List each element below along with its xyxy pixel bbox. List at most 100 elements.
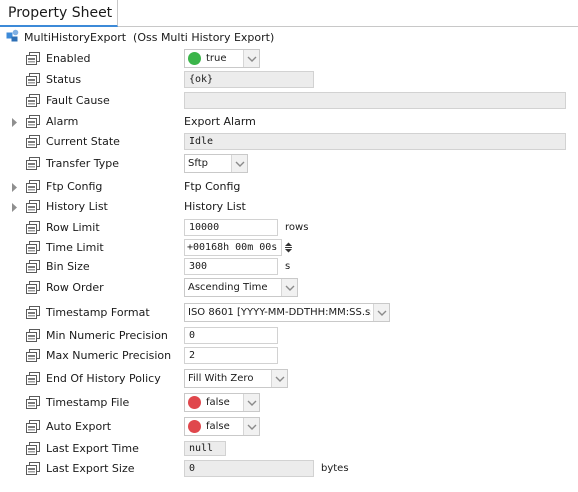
row-current-state: Current State Idle <box>0 133 578 151</box>
label-end-of-history-policy: End Of History Policy <box>46 372 161 385</box>
fault-cause-value <box>184 92 566 109</box>
row-row-limit: Row Limit 10000 rows <box>0 219 578 237</box>
history-list-value: History List <box>184 200 246 213</box>
label-bin-size: Bin Size <box>46 260 90 273</box>
slot-icon <box>26 200 40 213</box>
transfer-type-select[interactable]: Sftp <box>184 154 248 173</box>
chevron-down-icon <box>373 304 389 321</box>
tab-label: Property Sheet <box>8 5 113 21</box>
row-bin-size: Bin Size 300 s <box>0 258 578 276</box>
slot-icon <box>26 52 40 65</box>
label-time-limit: Time Limit <box>46 241 104 254</box>
last-export-time-value: null <box>184 441 226 456</box>
row-fault-cause: Fault Cause <box>0 92 578 110</box>
label-alarm: Alarm <box>46 115 79 128</box>
row-max-numeric-precision: Max Numeric Precision 2 <box>0 347 578 365</box>
chevron-down-icon <box>243 394 259 411</box>
status-value: {ok} <box>184 71 314 88</box>
slot-icon <box>26 420 40 433</box>
slot-icon <box>26 221 40 234</box>
triangle-right-icon[interactable] <box>10 202 18 212</box>
alarm-value: Export Alarm <box>184 115 256 128</box>
last-export-size-value: 0 <box>184 460 314 477</box>
row-limit-input[interactable]: 10000 <box>184 219 278 236</box>
row-end-of-history-policy: End Of History Policy Fill With Zero <box>0 369 578 389</box>
row-alarm: Alarm Export Alarm <box>0 114 578 130</box>
triangle-right-icon[interactable] <box>10 117 18 127</box>
slot-icon <box>26 372 40 385</box>
row-time-limit: Time Limit +00168h 00m 00s <box>0 239 578 257</box>
chevron-down-icon <box>281 279 297 296</box>
timestamp-format-select[interactable]: ISO 8601 [YYYY-MM-DDTHH:MM:SS.ss] <box>184 303 390 322</box>
slot-icon <box>26 442 40 455</box>
max-numeric-precision-input[interactable]: 2 <box>184 347 278 364</box>
label-status: Status <box>46 73 82 86</box>
label-row-limit: Row Limit <box>46 221 100 234</box>
slot-icon <box>26 306 40 319</box>
slot-icon <box>26 260 40 273</box>
enabled-select[interactable]: true <box>184 49 260 68</box>
row-ftp-config: Ftp Config Ftp Config <box>0 179 578 195</box>
label-ftp-config: Ftp Config <box>46 180 103 193</box>
label-auto-export: Auto Export <box>46 420 112 433</box>
row-enabled: Enabled true <box>0 49 578 69</box>
last-export-size-unit: bytes <box>321 463 349 474</box>
slot-icon <box>26 73 40 86</box>
chevron-down-icon <box>243 50 259 67</box>
slot-icon <box>26 281 40 294</box>
time-limit-input[interactable]: +00168h 00m 00s <box>184 239 282 256</box>
row-limit-unit: rows <box>285 222 309 233</box>
slot-icon <box>26 241 40 254</box>
row-auto-export: Auto Export false <box>0 417 578 437</box>
slot-icon <box>26 94 40 107</box>
slot-icon <box>26 180 40 193</box>
label-min-numeric-precision: Min Numeric Precision <box>46 329 168 342</box>
spinner-icon[interactable] <box>284 241 293 254</box>
slot-icon <box>26 396 40 409</box>
false-status-dot <box>188 420 201 433</box>
tab-property-sheet[interactable]: Property Sheet <box>0 0 118 27</box>
slot-icon <box>26 462 40 475</box>
row-order-select[interactable]: Ascending Time <box>184 278 298 297</box>
chevron-down-icon <box>243 418 259 435</box>
label-enabled: Enabled <box>46 52 91 65</box>
row-timestamp-file: Timestamp File false <box>0 393 578 413</box>
label-last-export-size: Last Export Size <box>46 462 135 475</box>
timestamp-file-select[interactable]: false <box>184 393 260 412</box>
chevron-down-icon <box>271 370 287 387</box>
slot-icon <box>26 329 40 342</box>
property-sheet: MultiHistoryExport (Oss Multi History Ex… <box>0 27 578 492</box>
current-state-value: Idle <box>184 133 566 150</box>
label-last-export-time: Last Export Time <box>46 442 139 455</box>
slot-icon <box>26 135 40 148</box>
bin-size-input[interactable]: 300 <box>184 258 278 275</box>
row-last-export-size: Last Export Size 0 bytes <box>0 460 578 478</box>
label-timestamp-format: Timestamp Format <box>46 306 150 319</box>
tab-bar: Property Sheet <box>0 0 578 27</box>
label-transfer-type: Transfer Type <box>46 157 119 170</box>
label-max-numeric-precision: Max Numeric Precision <box>46 349 172 362</box>
row-last-export-time: Last Export Time null <box>0 441 578 457</box>
triangle-right-icon[interactable] <box>10 182 18 192</box>
auto-export-select[interactable]: false <box>184 417 260 436</box>
row-history-list: History List History List <box>0 199 578 215</box>
ftp-config-value: Ftp Config <box>184 180 241 193</box>
min-numeric-precision-input[interactable]: 0 <box>184 327 278 344</box>
label-current-state: Current State <box>46 135 120 148</box>
row-row-order: Row Order Ascending Time <box>0 278 578 298</box>
slot-icon <box>26 115 40 128</box>
label-fault-cause: Fault Cause <box>46 94 110 107</box>
slot-icon <box>26 349 40 362</box>
label-row-order: Row Order <box>46 281 104 294</box>
end-of-history-policy-select[interactable]: Fill With Zero <box>184 369 288 388</box>
row-transfer-type: Transfer Type Sftp <box>0 154 578 174</box>
row-min-numeric-precision: Min Numeric Precision 0 <box>0 327 578 345</box>
true-status-dot <box>188 52 201 65</box>
label-timestamp-file: Timestamp File <box>46 396 130 409</box>
row-status: Status {ok} <box>0 71 578 89</box>
false-status-dot <box>188 396 201 409</box>
component-name: MultiHistoryExport (Oss Multi History Ex… <box>24 30 275 44</box>
chevron-down-icon <box>231 155 247 172</box>
slot-icon <box>26 157 40 170</box>
component-icon <box>6 29 19 45</box>
